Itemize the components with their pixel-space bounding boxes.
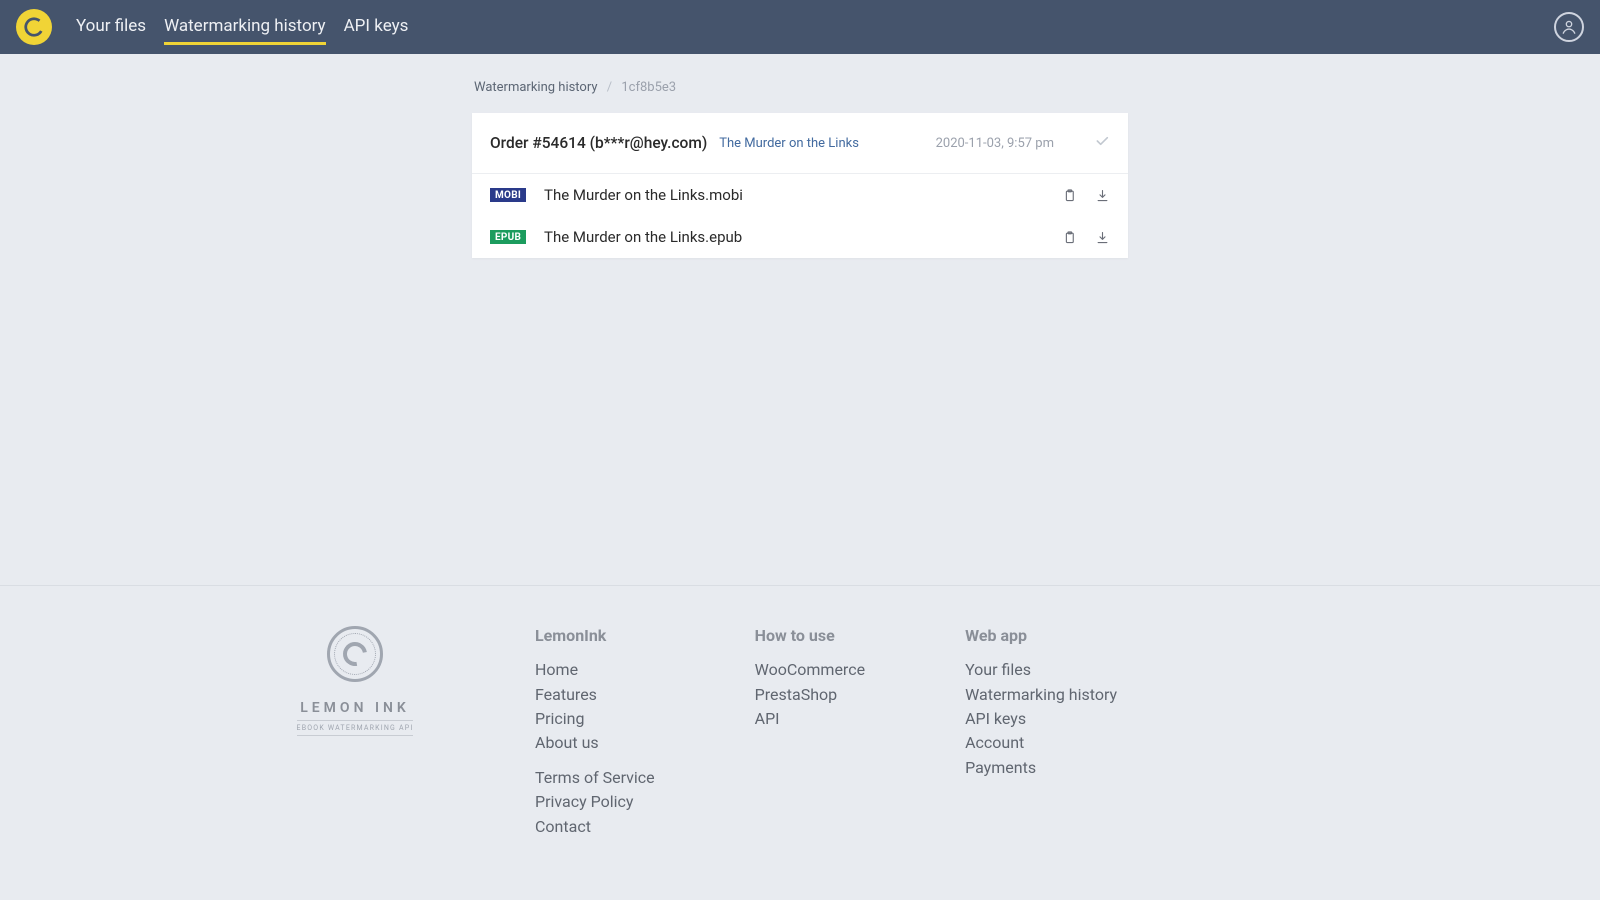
clipboard-icon [1062,188,1077,203]
file-row: EPUB The Murder on the Links.epub [472,216,1128,258]
nav-watermarking-history[interactable]: Watermarking history [164,10,326,45]
status-check-icon [1094,133,1110,153]
format-badge-epub: EPUB [490,230,526,244]
order-book-link[interactable]: The Murder on the Links [719,136,859,151]
nav-api-keys[interactable]: API keys [344,10,409,45]
footer-brand: LEMON INK EBOOK WATERMARKING API [275,626,435,840]
file-name: The Murder on the Links.epub [544,228,742,246]
footer-heading: Web app [965,626,1117,645]
top-navbar: Your files Watermarking history API keys [0,0,1600,54]
footer-link-your-files[interactable]: Your files [965,659,1117,681]
footer-heading: LemonInk [535,626,655,645]
footer-link-woocommerce[interactable]: WooCommerce [755,659,865,681]
footer-brand-name: LEMON INK [300,700,410,716]
download-icon [1095,230,1110,245]
footer-link-contact[interactable]: Contact [535,816,655,838]
footer-logo-seal-icon [327,626,383,682]
footer-link-features[interactable]: Features [535,684,655,706]
footer-link-api-keys[interactable]: API keys [965,708,1117,730]
clipboard-icon [1062,230,1077,245]
footer-link-pricing[interactable]: Pricing [535,708,655,730]
footer: LEMON INK EBOOK WATERMARKING API LemonIn… [0,585,1600,900]
nav-your-files[interactable]: Your files [76,10,146,45]
copy-link-button[interactable] [1062,230,1077,245]
footer-link-tos[interactable]: Terms of Service [535,767,655,789]
footer-col-lemonink: LemonInk Home Features Pricing About us … [535,626,655,840]
file-name: The Murder on the Links.mobi [544,186,743,204]
footer-link-account[interactable]: Account [965,732,1117,754]
main-content: Watermarking history / 1cf8b5e3 Order #5… [0,54,1600,585]
footer-link-payments[interactable]: Payments [965,757,1117,779]
order-title: Order #54614 (b***r@hey.com) [490,134,707,152]
order-card: Order #54614 (b***r@hey.com) The Murder … [472,113,1128,258]
footer-link-api[interactable]: API [755,708,865,730]
breadcrumb-separator: / [607,80,612,95]
format-badge-mobi: MOBI [490,188,526,202]
footer-brand-tag: EBOOK WATERMARKING API [297,720,414,736]
order-header: Order #54614 (b***r@hey.com) The Murder … [472,113,1128,174]
footer-link-home[interactable]: Home [535,659,655,681]
footer-heading: How to use [755,626,865,645]
download-button[interactable] [1095,188,1110,203]
download-icon [1095,188,1110,203]
brand-logo[interactable] [16,9,52,45]
copy-link-button[interactable] [1062,188,1077,203]
breadcrumb-current: 1cf8b5e3 [621,80,676,95]
breadcrumb-parent[interactable]: Watermarking history [474,80,598,95]
footer-link-privacy[interactable]: Privacy Policy [535,791,655,813]
order-timestamp: 2020-11-03, 9:57 pm [936,136,1054,151]
breadcrumb: Watermarking history / 1cf8b5e3 [472,80,1128,95]
footer-col-webapp: Web app Your files Watermarking history … [965,626,1117,840]
logo-c-icon [23,16,45,38]
user-avatar[interactable] [1554,12,1584,42]
footer-link-wm-history[interactable]: Watermarking history [965,684,1117,706]
footer-link-about[interactable]: About us [535,732,655,754]
nav-links: Your files Watermarking history API keys [76,10,408,45]
user-icon [1559,17,1579,37]
file-row: MOBI The Murder on the Links.mobi [472,174,1128,216]
footer-link-prestashop[interactable]: PrestaShop [755,684,865,706]
footer-col-howto: How to use WooCommerce PrestaShop API [755,626,865,840]
download-button[interactable] [1095,230,1110,245]
